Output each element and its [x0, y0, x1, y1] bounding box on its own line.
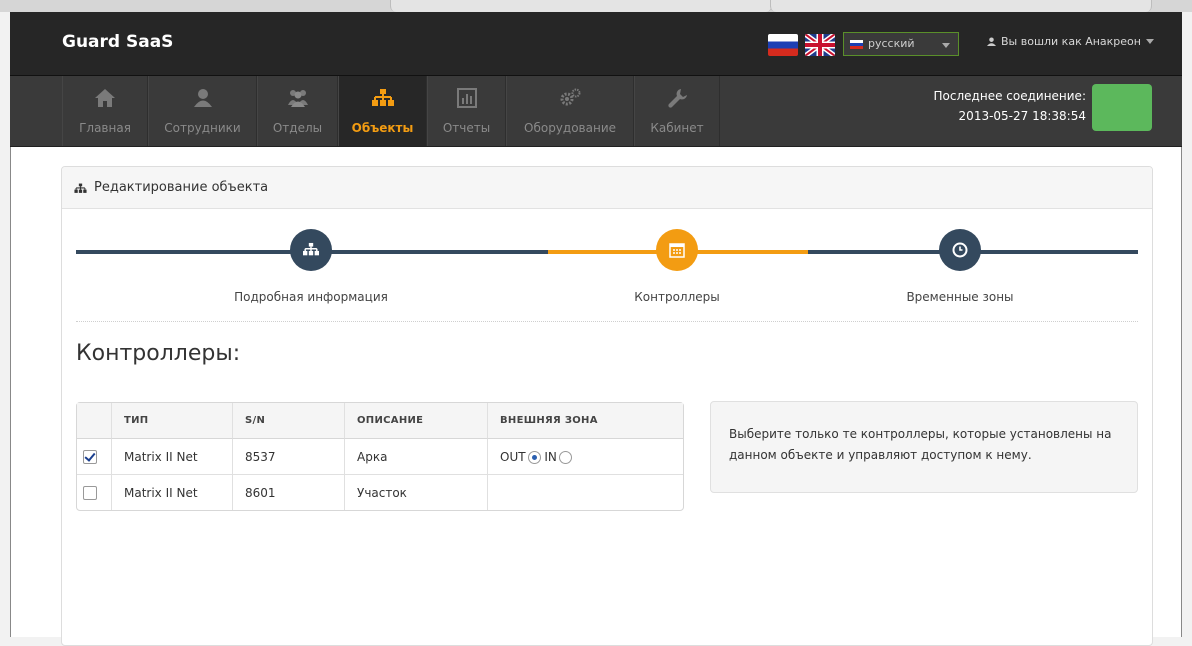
russian-flag-icon [850, 40, 863, 49]
table-row: Matrix II Net 8601 Участок [77, 475, 683, 510]
divider [76, 321, 1138, 322]
main-menu: Главная Сотрудники Отделы Объекты Отчеты… [10, 76, 1182, 147]
table-cell-select [77, 475, 111, 510]
connection-status: Последнее соединение: 2013-05-27 18:38:5… [934, 86, 1086, 126]
info-text: Выберите только те контроллеры, которые … [729, 427, 1112, 462]
cogs-icon [560, 88, 581, 106]
table-header-select [77, 403, 111, 439]
menu-item-label: Кабинет [650, 121, 704, 135]
wizard-step-label: Временные зоны [906, 290, 1014, 304]
chevron-down-icon [942, 43, 950, 48]
menu-item-departments[interactable]: Отделы [257, 76, 338, 146]
table-cell-description: Арка [344, 439, 487, 475]
zone-out-label: OUT [500, 449, 526, 464]
menu-item-label: Объекты [351, 121, 414, 135]
connection-indicator [1092, 84, 1152, 131]
connection-timestamp: 2013-05-27 18:38:54 [958, 109, 1086, 123]
table-header-type: ТИП [111, 403, 232, 439]
language-select[interactable]: русский [843, 32, 959, 56]
wizard-step-controllers[interactable] [656, 229, 698, 271]
menu-item-label: Отделы [272, 121, 323, 135]
menu-item-reports[interactable]: Отчеты [427, 76, 506, 146]
user-menu[interactable]: Вы вошли как Анакреон [987, 35, 1154, 48]
wizard-step-label: Контроллеры [634, 290, 720, 304]
top-navbar: Guard SaaS русский Вы вошли как Анакреон [10, 12, 1182, 76]
zone-in-label: IN [544, 449, 557, 464]
sitemap-icon [371, 89, 394, 106]
table-row: Matrix II Net 8537 Арка OUT IN [77, 439, 683, 475]
language-select-value: русский [868, 37, 915, 50]
group-icon [287, 90, 308, 107]
table-header-sn: S/N [232, 403, 344, 439]
table-header-external-zone: ВНЕШНЯЯ ЗОНА [487, 403, 683, 439]
wrench-icon [668, 89, 687, 108]
user-icon [193, 89, 212, 107]
russian-flag-icon[interactable] [768, 34, 798, 56]
browser-tab-strip [0, 0, 1192, 12]
table-cell-description: Участок [344, 475, 487, 510]
table-cell-select [77, 439, 111, 475]
page-content: Редактирование объекта Подробная информа… [10, 147, 1182, 646]
sitemap-icon [303, 242, 319, 256]
table-header-description: ОПИСАНИЕ [344, 403, 487, 439]
menu-item-label: Отчеты [442, 121, 491, 135]
row-checkbox[interactable] [83, 449, 97, 464]
section-title: Контроллеры: [76, 341, 241, 366]
wizard-step-details[interactable] [290, 229, 332, 271]
chart-icon [456, 88, 477, 108]
menu-item-label: Главная [79, 121, 131, 135]
browser-tab[interactable] [390, 0, 772, 12]
table-header-row: ТИП S/N ОПИСАНИЕ ВНЕШНЯЯ ЗОНА [77, 403, 683, 439]
connection-status-label: Последнее соединение: [933, 89, 1086, 103]
controllers-table: ТИП S/N ОПИСАНИЕ ВНЕШНЯЯ ЗОНА Matrix II … [76, 402, 684, 511]
table-cell-sn: 8601 [232, 475, 344, 510]
table-cell-sn: 8537 [232, 439, 344, 475]
panel-header: Редактирование объекта [62, 167, 1152, 209]
info-box: Выберите только те контроллеры, которые … [710, 401, 1138, 493]
edit-object-panel: Редактирование объекта Подробная информа… [61, 166, 1153, 646]
menu-item-equipment[interactable]: Оборудование [506, 76, 634, 146]
user-icon [987, 37, 996, 46]
table-cell-external-zone [487, 475, 683, 510]
wizard-step-label: Подробная информация [234, 290, 388, 304]
table-cell-external-zone: OUT IN [487, 439, 683, 475]
menu-item-cabinet[interactable]: Кабинет [634, 76, 720, 146]
home-icon [95, 89, 115, 107]
menu-item-label: Сотрудники [164, 121, 241, 135]
table-cell-type: Matrix II Net [111, 475, 232, 510]
clock-icon [952, 242, 968, 258]
panel-title: Редактирование объекта [94, 180, 269, 195]
table-cell-type: Matrix II Net [111, 439, 232, 475]
wizard-step-timezones[interactable] [939, 229, 981, 271]
browser-tab[interactable] [770, 0, 1152, 12]
zone-out-radio[interactable] [527, 450, 541, 464]
menu-item-home[interactable]: Главная [62, 76, 148, 146]
user-menu-label: Вы вошли как Анакреон [1001, 35, 1141, 48]
app-brand[interactable]: Guard SaaS [62, 32, 173, 52]
menu-item-label: Оборудование [524, 121, 616, 135]
menu-item-employees[interactable]: Сотрудники [148, 76, 257, 146]
menu-item-objects[interactable]: Объекты [338, 76, 427, 146]
chevron-down-icon [1145, 39, 1154, 44]
calendar-icon [669, 243, 685, 258]
row-checkbox[interactable] [83, 485, 97, 500]
uk-flag-icon[interactable] [805, 34, 835, 56]
sitemap-icon [74, 183, 87, 193]
zone-in-radio[interactable] [558, 450, 572, 464]
